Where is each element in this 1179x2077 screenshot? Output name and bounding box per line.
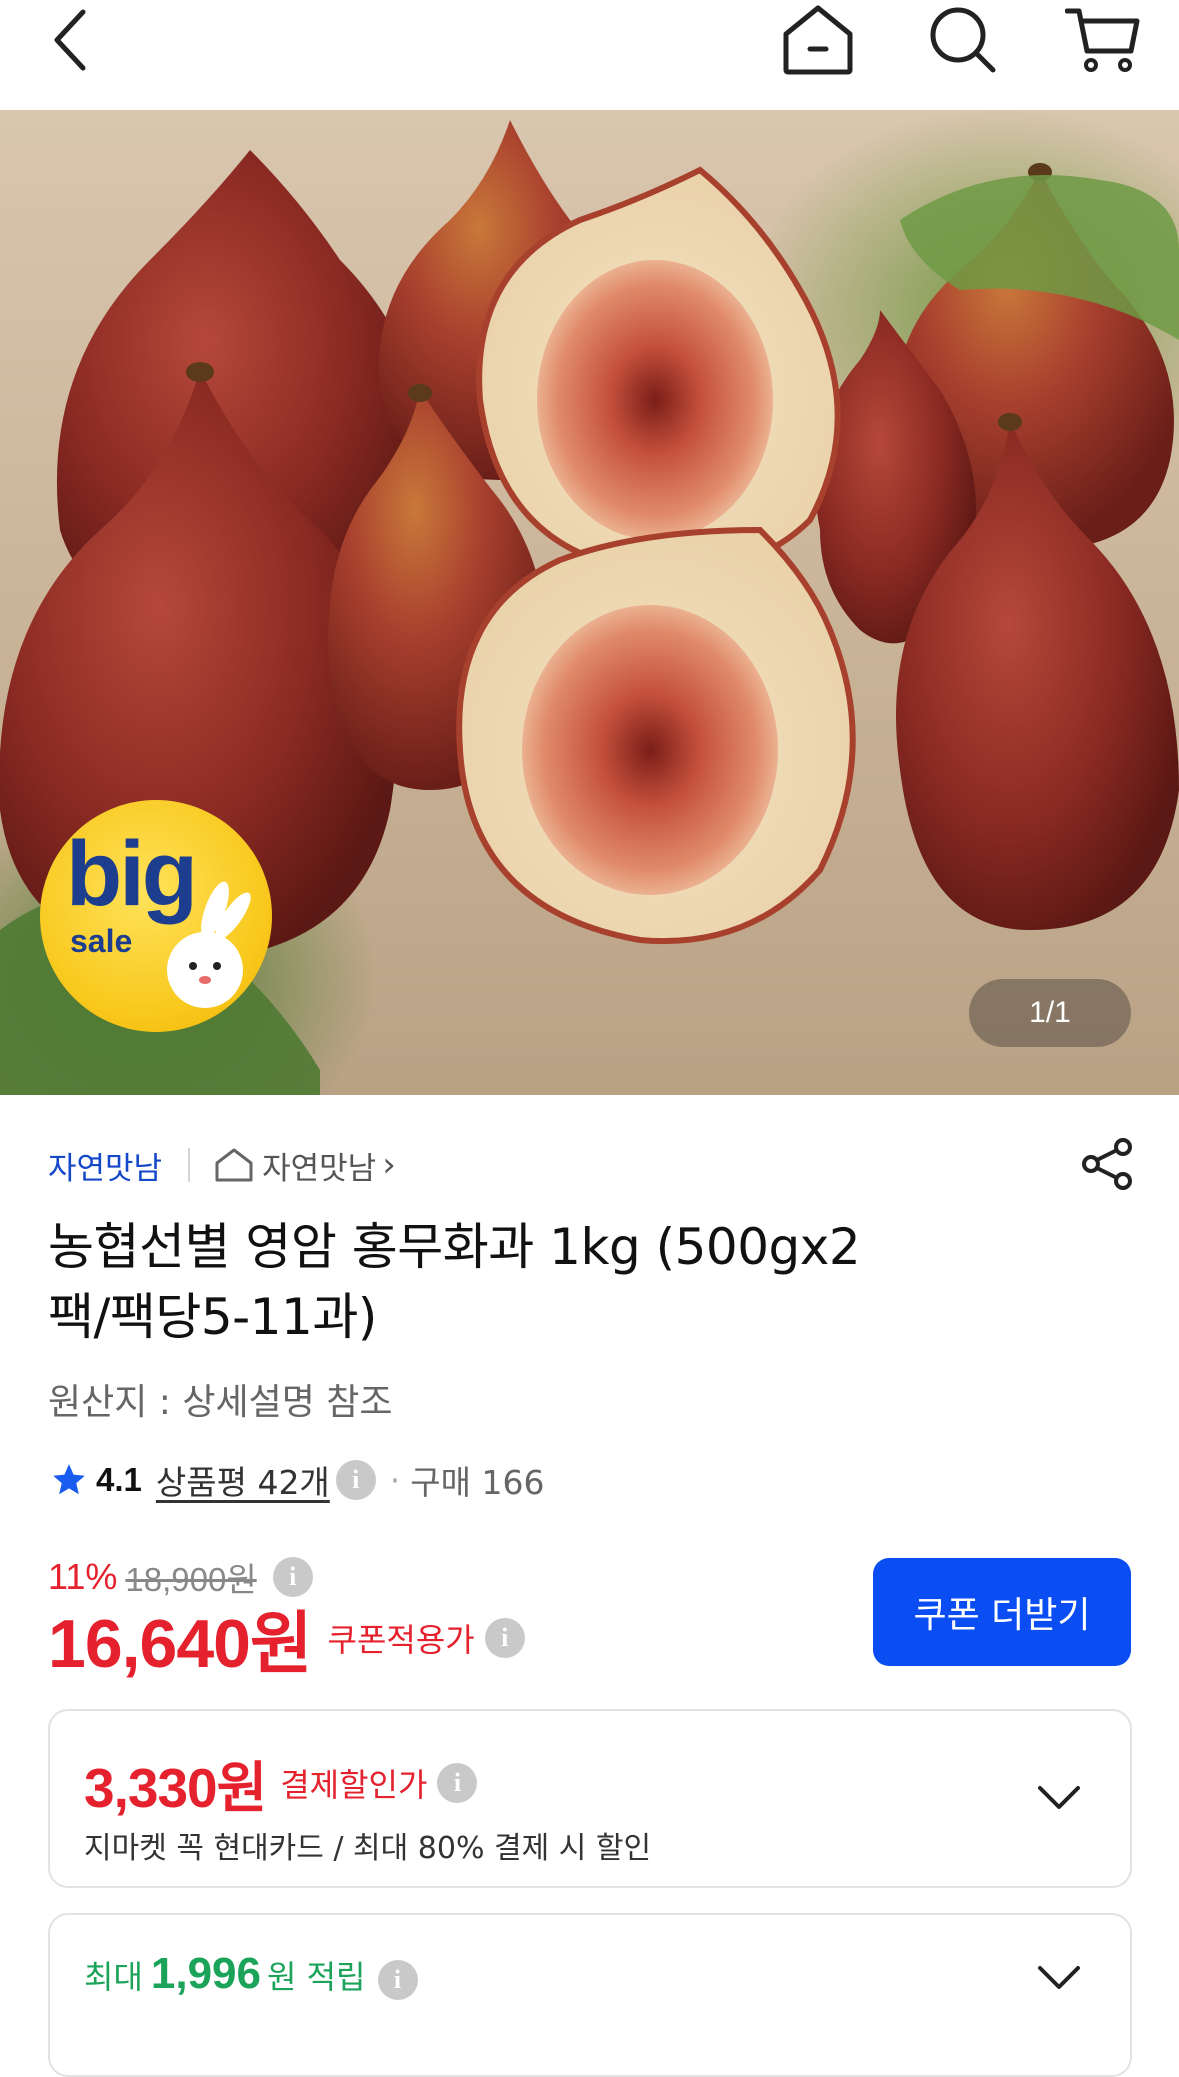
search-button[interactable] [918,0,1008,80]
divider [188,1148,191,1182]
info-icon[interactable]: i [377,1960,418,2000]
review-count-link[interactable]: 상품평 42개 [156,1456,330,1504]
info-icon[interactable]: i [484,1617,525,1658]
expand-button[interactable] [1036,1955,1082,2001]
seller-row: 자연맛남 자연맛남 › [48,1138,1138,1190]
get-more-coupons-button[interactable]: 쿠폰 더받기 [873,1558,1131,1666]
product-image[interactable]: big sale 1/1 [0,110,1179,1095]
chevron-down-icon [1038,1786,1080,1809]
points-line: 최대 1,996 원 적립 i [84,1949,418,2000]
store-link-label: 자연맛남 [262,1150,377,1187]
origin-text: 원산지 : 상세설명 참조 [48,1382,393,1423]
payment-discount-line: 3,330원 결제할인가 i [84,1743,478,1823]
chevron-down-icon [1038,1966,1080,1989]
cart-button[interactable] [1058,0,1148,80]
search-icon [930,7,996,73]
points-prefix: 최대 [84,1958,143,1996]
points-suffix: 원 적립 [267,1958,366,1996]
payment-discount-card[interactable]: 3,330원 결제할인가 i 지마켓 꼭 현대카드 / 최대 80% 결제 시 … [48,1709,1132,1888]
share-icon [1082,1138,1132,1190]
payment-discount-price: 3,330원 [84,1757,267,1819]
payment-discount-label: 결제할인가 [280,1766,428,1804]
coupon-price: 16,640원 [48,1606,313,1682]
price-row: 16,640원 쿠폰적용가 i [48,1600,525,1682]
rating-score: 4.1 [96,1461,142,1498]
big-sale-badge: big sale [40,800,272,1032]
cart-icon [1065,8,1140,72]
product-title: 농협선별 영암 홍무화과 1kg (500gx2 팩/팩당5-11과) [48,1212,1048,1352]
seller-name[interactable]: 자연맛남 [48,1143,162,1188]
back-button[interactable] [26,0,116,80]
image-counter: 1/1 [969,979,1131,1047]
home-small-icon [215,1148,253,1182]
star-icon [53,1464,85,1495]
purchase-count: 구매 166 [410,1463,545,1502]
coupon-price-label: 쿠폰적용가 [327,1620,475,1659]
info-icon[interactable]: i [437,1763,478,1803]
chevron-left-icon [54,9,86,71]
rating-row: 4.1 상품평 42개 i · 구매 166 [50,1455,545,1505]
product-title-line1: 농협선별 영암 홍무화과 1kg (500gx2 [48,1218,861,1276]
home-icon [783,5,853,75]
rabbit-icon [167,881,251,1008]
points-amount: 1,996 [150,1949,261,1998]
info-icon[interactable]: i [335,1460,376,1500]
payment-discount-description: 지마켓 꼭 현대카드 / 최대 80% 결제 시 할인 [84,1831,652,1866]
points-card[interactable]: 최대 1,996 원 적립 i [48,1913,1132,2077]
store-link[interactable]: 자연맛남 › [214,1143,396,1188]
share-button[interactable] [1078,1134,1138,1194]
product-title-line2: 팩/팩당5-11과) [48,1288,377,1346]
top-nav [0,0,1179,110]
expand-button[interactable] [1036,1775,1082,1821]
chevron-right-icon: › [382,1145,396,1185]
dot-separator: · [389,1460,401,1500]
badge-sale-text: sale [70,923,133,959]
home-button[interactable] [773,0,863,80]
